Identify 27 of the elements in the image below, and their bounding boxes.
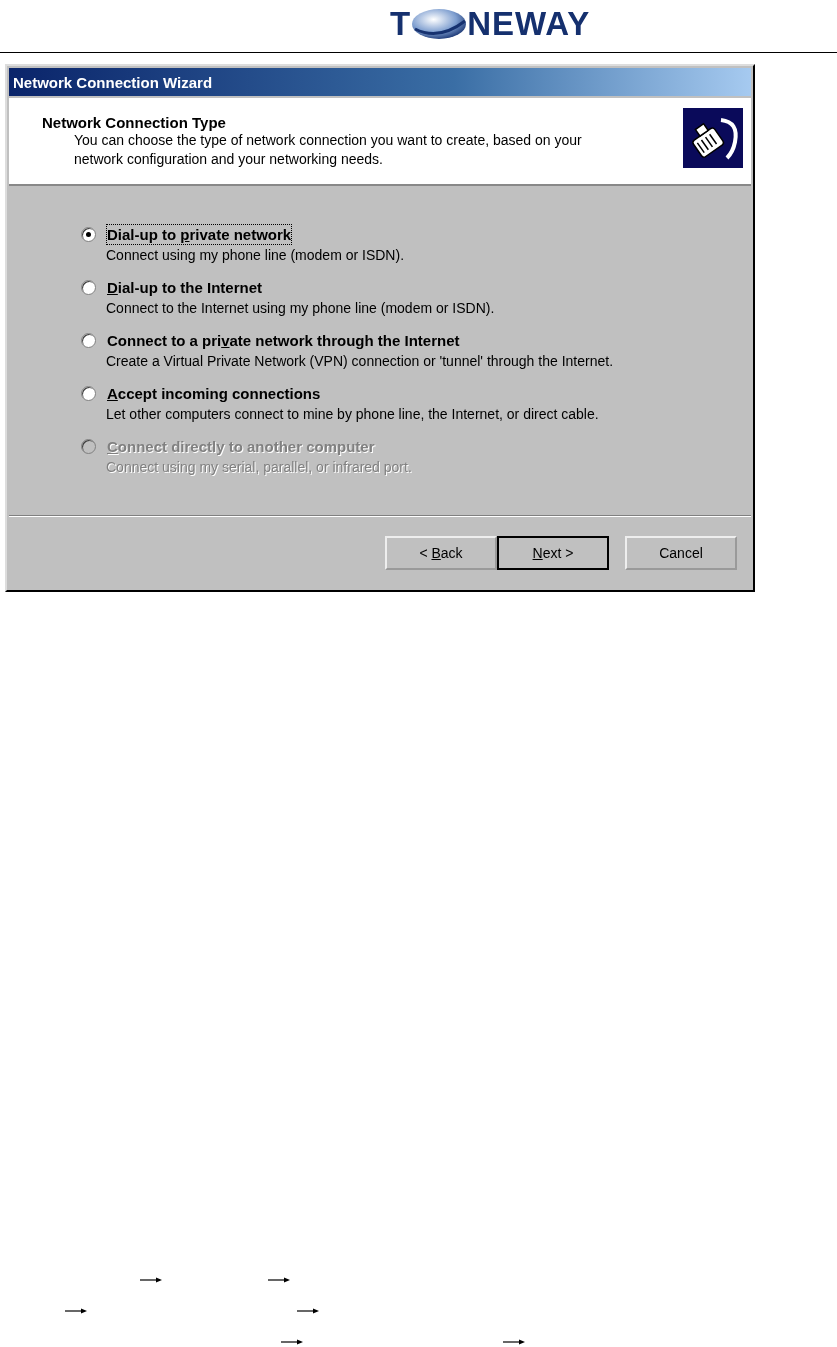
option-label[interactable]: Accept incoming connections [106,383,322,404]
logo: T NEWAY [390,5,591,43]
wizard-button[interactable]: Cancel [625,536,737,570]
option-label[interactable]: Connect to a private network through the Internet [106,330,461,351]
option-description: Create a Virtual Private Network (VPN) connection or 'tunnel' through the Internet. [106,352,613,371]
page-description: You can choose the type of network connection you want to create, based on your network configuration and your networking needs. [73,131,583,169]
page-title: Network Connection Type [42,114,227,131]
radio-button[interactable] [81,333,96,348]
radio-button[interactable] [81,280,96,295]
option-description: Connect using my phone line (modem or ISDN). [106,246,405,265]
arrow-icon [281,1339,303,1345]
arrow-icon [140,1277,162,1283]
option-label[interactable]: Dial-up to the Internet [106,277,263,298]
option-description: Connect to the Internet using my phone line (modem or ISDN). [106,299,495,318]
window-title: Network Connection Wizard [13,73,213,91]
network-plug-icon [683,108,743,168]
option-description: Connect using my serial, parallel, or infrared port. [106,458,412,477]
wizard-button[interactable]: < Back [385,536,497,570]
radio-button[interactable] [81,386,96,401]
radio-button[interactable] [81,227,96,242]
arrow-icon [268,1277,290,1283]
arrow-icon [65,1308,87,1314]
arrow-icon [503,1339,525,1345]
wizard-button[interactable]: Next > [497,536,609,570]
arrow-icon [297,1308,319,1314]
option-label[interactable]: Dial-up to private network [106,224,293,245]
option-description: Let other computers connect to mine by phone line, the Internet, or direct cable. [106,405,599,424]
